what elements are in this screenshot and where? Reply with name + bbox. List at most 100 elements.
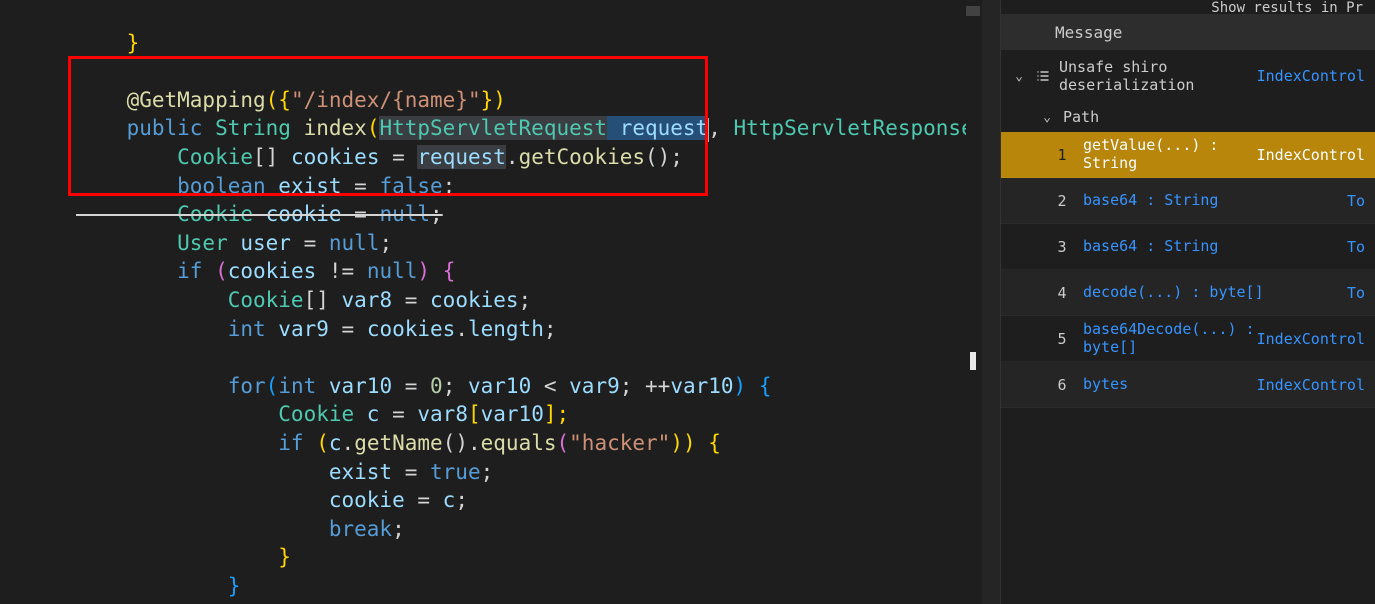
editor-scrollbar[interactable]	[966, 0, 980, 604]
code-token: int	[76, 317, 266, 341]
step-file-link[interactable]: IndexControl	[1257, 376, 1365, 394]
code-token: exist	[266, 174, 342, 198]
code-token: !=	[316, 259, 367, 283]
code-token: null	[367, 259, 418, 283]
code-token: ) {	[417, 259, 455, 283]
step-label: base64 : String	[1083, 192, 1345, 209]
code-token: c	[443, 488, 456, 512]
code-token: (	[557, 431, 570, 455]
code-token: cookies	[228, 259, 317, 283]
scrollbar-thumb[interactable]	[970, 352, 976, 370]
path-step[interactable]: 5 base64Decode(...) : byte[] IndexContro…	[1001, 316, 1375, 362]
chevron-down-icon[interactable]: ⌄	[1011, 68, 1027, 84]
code-token: })	[481, 88, 506, 112]
code-token: c	[354, 402, 379, 426]
code-token: HttpServletResponse	[721, 116, 974, 140]
code-token: =	[392, 288, 430, 312]
step-label: decode(...) : byte[]	[1083, 284, 1345, 301]
code-token: var9	[569, 374, 620, 398]
editor-ruler	[982, 0, 1000, 604]
code-token: .	[455, 317, 468, 341]
code-token: (	[202, 259, 227, 283]
code-token: =	[379, 145, 417, 169]
code-token: var9	[266, 317, 329, 341]
code-token: int	[278, 374, 316, 398]
code-token: =	[392, 460, 430, 484]
code-token: index	[291, 116, 367, 140]
path-step[interactable]: 4 decode(...) : byte[] To	[1001, 270, 1375, 316]
path-step[interactable]: 6 bytes IndexControl	[1001, 362, 1375, 408]
step-file-link[interactable]: IndexControl	[1257, 330, 1365, 348]
issue-title: Unsafe shiro deserialization	[1059, 58, 1249, 94]
code-token: boolean	[76, 174, 266, 198]
step-number: 3	[1051, 238, 1073, 256]
step-number: 4	[1051, 284, 1073, 302]
code-token: user	[228, 231, 291, 255]
code-token: cookies	[278, 145, 379, 169]
issue-file-link[interactable]: IndexControl	[1257, 67, 1365, 85]
step-file-link[interactable]: To	[1347, 192, 1365, 210]
chevron-down-icon[interactable]: ⌄	[1039, 109, 1055, 125]
path-steps-list: 1 getValue(...) : String IndexControl 2 …	[1001, 132, 1375, 408]
code-content[interactable]: } @GetMapping({"/index/{name}"}) public …	[0, 0, 1000, 604]
code-token: getCookies	[519, 145, 645, 169]
code-token: 0	[430, 374, 443, 398]
code-token: ; ++	[620, 374, 671, 398]
code-token: break	[76, 517, 392, 541]
step-file-link[interactable]: To	[1347, 284, 1365, 302]
issue-row[interactable]: ⌄ Unsafe shiro deserialization IndexCont…	[1001, 50, 1375, 102]
code-token: }	[76, 545, 291, 569]
code-token: [	[468, 402, 481, 426]
path-step[interactable]: 3 base64 : String To	[1001, 224, 1375, 270]
code-token: =	[329, 317, 367, 341]
code-token: Cookie	[76, 288, 304, 312]
step-label: getValue(...) : String	[1083, 137, 1255, 172]
path-step[interactable]: 1 getValue(...) : String IndexControl	[1001, 132, 1375, 178]
code-token: null	[379, 202, 430, 226]
code-token: =	[342, 202, 380, 226]
code-token: equals	[481, 431, 557, 455]
code-token: ;	[379, 231, 392, 255]
code-token: var10	[316, 374, 392, 398]
code-token: cookie	[253, 202, 342, 226]
step-number: 1	[1051, 146, 1073, 164]
code-token: if	[76, 431, 304, 455]
path-step[interactable]: 2 base64 : String To	[1001, 178, 1375, 224]
code-token: }	[76, 31, 139, 55]
code-editor[interactable]: } @GetMapping({"/index/{name}"}) public …	[0, 0, 1000, 604]
code-token: cookies	[430, 288, 519, 312]
code-token: null	[329, 231, 380, 255]
code-token: .	[506, 145, 519, 169]
code-token: (	[304, 431, 329, 455]
code-token: for	[76, 374, 266, 398]
code-token: ;	[443, 174, 456, 198]
code-token: var10	[670, 374, 733, 398]
code-token: @GetMapping	[76, 88, 266, 112]
code-token: request	[607, 116, 708, 140]
code-token: ().	[443, 431, 481, 455]
code-token: var10	[468, 374, 531, 398]
step-number: 5	[1051, 330, 1073, 348]
code-token: c	[329, 431, 342, 455]
step-file-link[interactable]: IndexControl	[1257, 146, 1365, 164]
code-token: User	[76, 231, 228, 255]
path-row[interactable]: ⌄ Path	[1001, 102, 1375, 132]
code-token: request	[417, 145, 506, 169]
code-token: getName	[354, 431, 443, 455]
problems-panel[interactable]: Show results in Pr Message ⌄ Unsafe shir…	[1000, 0, 1375, 604]
message-column-header[interactable]: Message	[1001, 14, 1375, 50]
code-token: ();	[645, 145, 683, 169]
code-token: Cookie	[76, 202, 253, 226]
step-file-link[interactable]: To	[1347, 238, 1365, 256]
code-token: "/index/{name}"	[291, 88, 481, 112]
code-token: ,	[708, 116, 721, 140]
code-token: public	[76, 116, 202, 140]
code-token: Cookie	[76, 402, 354, 426]
step-number: 2	[1051, 192, 1073, 210]
code-token: (	[266, 374, 279, 398]
code-token: =	[291, 231, 329, 255]
code-token: []	[304, 288, 329, 312]
code-token: cookies	[367, 317, 456, 341]
code-token: ;	[455, 488, 468, 512]
path-label: Path	[1063, 108, 1099, 126]
